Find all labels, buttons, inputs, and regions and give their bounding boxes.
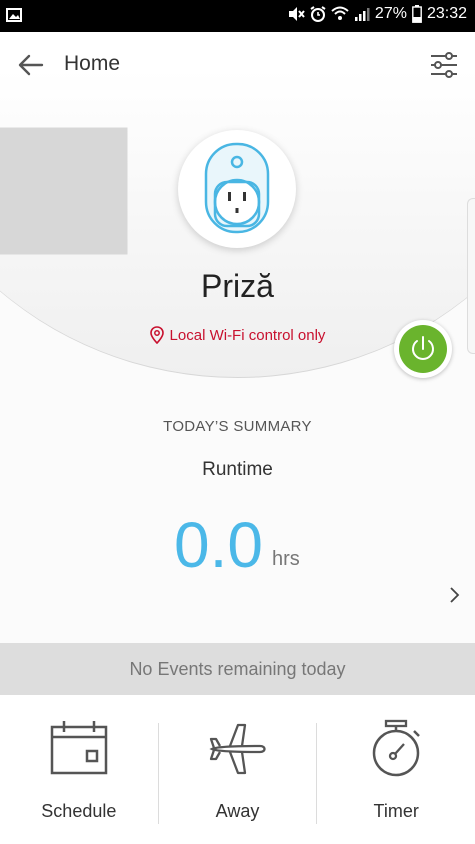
clock: 23:32 [426, 5, 467, 22]
summary-details-button[interactable] [446, 585, 462, 605]
device-name: Priză [201, 268, 274, 304]
battery-icon [412, 5, 422, 23]
signal-icon [354, 6, 370, 22]
events-text: No Events remaining today [129, 659, 346, 679]
power-toggle-button[interactable] [394, 320, 452, 378]
nav-item-away[interactable]: Away [157, 723, 317, 824]
power-icon [412, 336, 434, 360]
device-avatar [178, 130, 296, 248]
nav-label-schedule: Schedule [41, 801, 117, 821]
sliders-icon [431, 52, 457, 78]
chevron-right-icon [450, 587, 460, 603]
runtime-value: 0.0 [174, 509, 263, 581]
runtime-unit: hrs [272, 548, 300, 570]
smart-plug-icon [204, 142, 270, 234]
battery-percent: 27% [374, 5, 407, 22]
back-button[interactable] [16, 50, 46, 80]
airplane-icon [208, 719, 268, 784]
status-bar: 27% 23:32 [0, 0, 475, 32]
calendar-icon [49, 719, 109, 784]
arrow-left-icon [18, 54, 44, 76]
nav-item-schedule[interactable]: Schedule [0, 721, 158, 824]
app-bar: Home [0, 32, 475, 96]
nav-label-away: Away [215, 801, 260, 821]
nav-item-timer[interactable]: Timer [316, 719, 475, 824]
page-title: Home [64, 52, 121, 75]
location-pin-icon [149, 326, 164, 344]
summary-title: TODAY’S SUMMARY [163, 418, 312, 435]
alarm-icon [310, 6, 326, 22]
image-icon [6, 8, 22, 22]
settings-button[interactable] [429, 50, 459, 80]
wifi-status-text: Local Wi-Fi control only [169, 326, 326, 344]
runtime-label: Runtime [202, 459, 273, 480]
side-drawer-handle[interactable] [467, 198, 475, 354]
bottom-nav: Schedule Away Timer [0, 695, 475, 844]
wifi-icon [331, 6, 349, 22]
nav-label-timer: Timer [373, 801, 419, 821]
events-banner: No Events remaining today [0, 643, 475, 695]
mute-icon [287, 6, 305, 22]
stopwatch-icon [366, 719, 426, 784]
